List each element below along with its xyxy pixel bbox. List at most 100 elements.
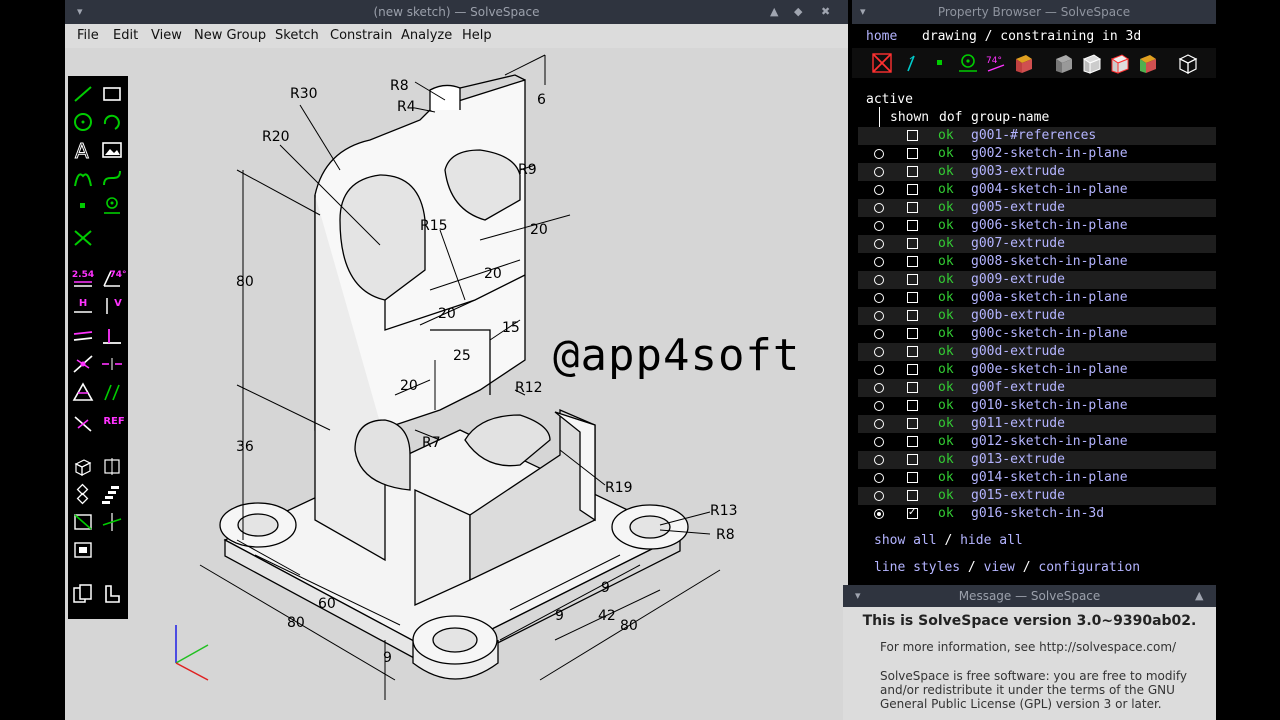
group-row[interactable]: ok g00a-sketch-in-plane xyxy=(858,289,1216,307)
active-radio[interactable] xyxy=(874,185,884,195)
active-radio[interactable] xyxy=(874,473,884,483)
toggle-outlines-icon[interactable] xyxy=(1108,51,1132,75)
active-radio[interactable] xyxy=(874,347,884,357)
active-radio[interactable] xyxy=(874,419,884,429)
hide-all-link[interactable]: hide all xyxy=(960,533,1023,548)
group-name-link[interactable]: g014-sketch-in-plane xyxy=(971,469,1128,487)
active-radio[interactable] xyxy=(874,491,884,501)
group-row[interactable]: ok g009-extrude xyxy=(858,271,1216,289)
active-radio[interactable] xyxy=(874,203,884,213)
shown-checkbox[interactable] xyxy=(907,184,918,195)
horizontal-constraint-icon[interactable]: H xyxy=(70,294,96,318)
window-menu-icon[interactable]: ▾ xyxy=(860,0,866,24)
arc-tool-icon[interactable] xyxy=(99,110,125,134)
home-link[interactable]: home xyxy=(866,28,897,46)
perpendicular-constraint-icon[interactable] xyxy=(99,324,125,348)
active-radio[interactable] xyxy=(874,437,884,447)
group-row[interactable]: ok g011-extrude xyxy=(858,415,1216,433)
toggle-hidden-lines-icon[interactable] xyxy=(1176,51,1200,75)
group-row[interactable]: ok g00f-extrude xyxy=(858,379,1216,397)
menu-file[interactable]: File xyxy=(77,24,99,48)
window-menu-icon[interactable]: ▾ xyxy=(77,0,83,24)
group-row[interactable]: ok g007-extrude xyxy=(858,235,1216,253)
menu-constrain[interactable]: Constrain xyxy=(330,24,392,48)
split-curves-tool-icon[interactable] xyxy=(70,226,96,250)
lathe-icon[interactable] xyxy=(99,454,125,478)
workplane-tool-icon[interactable] xyxy=(99,194,125,218)
window-menu-icon[interactable]: ▾ xyxy=(855,585,861,607)
group-name-link[interactable]: g00a-sketch-in-plane xyxy=(971,289,1128,307)
text-tool-icon[interactable]: A xyxy=(70,138,96,163)
group-name-link[interactable]: g001-#references xyxy=(971,127,1096,145)
shown-checkbox[interactable] xyxy=(907,418,918,429)
toggle-workplanes-icon[interactable] xyxy=(870,51,894,75)
shown-checkbox[interactable] xyxy=(907,220,918,231)
active-radio[interactable] xyxy=(874,221,884,231)
toggle-edges-icon[interactable] xyxy=(1080,51,1104,75)
group-row[interactable]: ok g010-sketch-in-plane xyxy=(858,397,1216,415)
in-3d-icon[interactable] xyxy=(99,510,125,534)
view-link[interactable]: view xyxy=(984,560,1015,575)
group-row[interactable]: ok g016-sketch-in-3d xyxy=(858,504,1216,523)
step-translate-icon[interactable] xyxy=(99,482,125,506)
group-row[interactable]: ok g013-extrude xyxy=(858,451,1216,469)
equal-constraint-icon[interactable] xyxy=(70,380,96,404)
group-row[interactable]: ok g015-extrude xyxy=(858,487,1216,505)
group-name-link[interactable]: g010-sketch-in-plane xyxy=(971,397,1128,415)
line-styles-link[interactable]: line styles xyxy=(874,560,960,575)
active-radio[interactable] xyxy=(874,257,884,267)
menu-new-group[interactable]: New Group xyxy=(194,24,266,48)
configuration-link[interactable]: configuration xyxy=(1038,560,1140,575)
group-name-link[interactable]: g00b-extrude xyxy=(971,307,1065,325)
group-name-link[interactable]: g00f-extrude xyxy=(971,379,1065,397)
angle-constraint-icon[interactable]: 74° xyxy=(99,266,127,290)
shown-checkbox[interactable] xyxy=(907,166,918,177)
group-name-link[interactable]: g004-sketch-in-plane xyxy=(971,181,1128,199)
link-file-icon[interactable] xyxy=(70,582,96,606)
toggle-mesh-icon[interactable] xyxy=(1136,51,1160,75)
maximize-icon[interactable]: ◆ xyxy=(794,0,802,24)
group-name-link[interactable]: g013-extrude xyxy=(971,451,1065,469)
parallel-constraint-icon[interactable] xyxy=(70,324,96,348)
toggle-faces-icon[interactable] xyxy=(1012,51,1036,75)
rotate-icon[interactable] xyxy=(70,482,96,506)
group-row[interactable]: ok g005-extrude xyxy=(858,199,1216,217)
shown-checkbox[interactable] xyxy=(907,310,918,321)
menu-help[interactable]: Help xyxy=(462,24,492,48)
image-tool-icon[interactable] xyxy=(99,138,125,162)
cubic-spline-tool-icon[interactable] xyxy=(99,166,125,190)
group-name-link[interactable]: g005-extrude xyxy=(971,199,1065,217)
symmetric-constraint-icon[interactable] xyxy=(99,352,125,376)
shown-checkbox[interactable] xyxy=(907,292,918,303)
tangent-arc-corner-icon[interactable] xyxy=(70,538,96,562)
shown-checkbox[interactable] xyxy=(907,436,918,447)
group-row[interactable]: ok g002-sketch-in-plane xyxy=(858,145,1216,163)
shown-checkbox[interactable] xyxy=(907,382,918,393)
toggle-normals-icon[interactable] xyxy=(900,51,924,75)
group-name-link[interactable]: g002-sketch-in-plane xyxy=(971,145,1128,163)
toggle-constraints-icon[interactable]: 74° xyxy=(984,51,1008,75)
shown-checkbox[interactable] xyxy=(907,490,918,501)
group-name-link[interactable]: g003-extrude xyxy=(971,163,1065,181)
active-radio[interactable] xyxy=(874,149,884,159)
shown-checkbox[interactable] xyxy=(907,454,918,465)
shown-checkbox[interactable] xyxy=(907,346,918,357)
group-name-link[interactable]: g00c-sketch-in-plane xyxy=(971,325,1128,343)
group-name-link[interactable]: g012-sketch-in-plane xyxy=(971,433,1128,451)
show-all-link[interactable]: show all xyxy=(874,533,937,548)
menu-analyze[interactable]: Analyze xyxy=(401,24,452,48)
reference-constraint-icon[interactable]: REF xyxy=(99,412,125,436)
tangent-arc-tool-icon[interactable] xyxy=(70,166,96,190)
group-row[interactable]: ok g001-#references xyxy=(858,127,1216,145)
toggle-construction-icon[interactable] xyxy=(70,412,96,436)
distance-constraint-icon[interactable]: 2.54 xyxy=(70,266,96,290)
extrude-icon[interactable] xyxy=(70,454,96,478)
shown-checkbox[interactable] xyxy=(907,238,918,249)
group-name-link[interactable]: g009-extrude xyxy=(971,271,1065,289)
shown-checkbox[interactable] xyxy=(907,130,918,141)
maximize-icon[interactable]: ▲ xyxy=(1195,585,1203,607)
vertical-constraint-icon[interactable]: V xyxy=(99,294,125,318)
group-name-link[interactable]: g008-sketch-in-plane xyxy=(971,253,1128,271)
group-row[interactable]: ok g008-sketch-in-plane xyxy=(858,253,1216,271)
model-canvas[interactable]: R30 R20 R8 R4 6 R9 R15 20 20 20 80 15 25… xyxy=(65,48,848,720)
